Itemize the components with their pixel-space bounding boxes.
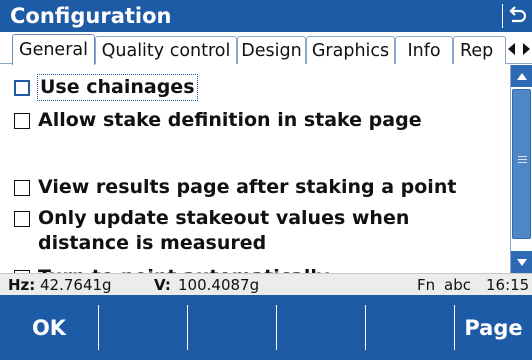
scroll-up-icon[interactable] (511, 65, 532, 87)
option-label: Use chainages (37, 74, 198, 101)
softkey-bar: OK Page (0, 295, 532, 360)
hz-label: Hz: (8, 276, 36, 294)
option-label: View results page after staking a point (38, 176, 457, 198)
softkey-f3[interactable] (188, 295, 276, 360)
view-results-page-checkbox[interactable]: View results page after staking a point (14, 175, 456, 200)
tab-general[interactable]: General (12, 34, 95, 65)
triangle-right-icon[interactable] (519, 38, 532, 60)
allow-stake-definition-checkbox[interactable]: Allow stake definition in stake page (14, 108, 422, 133)
tab-strip: General Quality control Design Graphics … (0, 32, 532, 65)
thumb-grip-line (518, 159, 527, 160)
checkbox-box[interactable] (14, 113, 30, 129)
scroll-down-icon[interactable] (511, 251, 532, 273)
page-button[interactable]: Page (455, 295, 532, 360)
vertical-scrollbar[interactable] (510, 65, 532, 273)
ok-button[interactable]: OK (0, 295, 98, 360)
title-divider (502, 4, 503, 28)
softkey-f5[interactable] (366, 295, 454, 360)
scrollbar-thumb[interactable] (512, 89, 531, 239)
status-bar: Hz: 42.7641g V: 100.4087g Fn abc 16:15 (0, 273, 532, 295)
use-chainages-checkbox[interactable]: Use chainages (14, 74, 198, 101)
input-mode: abc (444, 276, 471, 294)
v-label: V: (154, 276, 171, 294)
softkey-f2[interactable] (99, 295, 187, 360)
option-label: Allow stake definition in stake page (38, 109, 422, 131)
clock: 16:15 (486, 276, 530, 294)
window-title: Configuration (10, 4, 172, 28)
thumb-grip-line (518, 156, 527, 157)
options-list: Use chainages Allow stake definition in … (0, 65, 510, 288)
tab-rep[interactable]: Rep (453, 36, 506, 64)
fn-indicator: Fn (417, 276, 436, 294)
tab-design[interactable]: Design (237, 36, 306, 64)
only-update-stakeout-checkbox[interactable]: Only update stakeout values when distanc… (14, 206, 409, 256)
checkbox-box[interactable] (14, 80, 30, 96)
title-bar: Configuration (0, 0, 532, 32)
hz-value: 42.7641g (40, 276, 112, 294)
checkbox-box[interactable] (14, 180, 30, 196)
option-label: Only update stakeout values when distanc… (38, 206, 409, 256)
thumb-grip-line (518, 162, 527, 163)
return-arrow-icon[interactable] (506, 3, 530, 29)
v-value: 100.4087g (178, 276, 260, 294)
option-label-line-1: Only update stakeout values when (38, 207, 410, 229)
tab-quality-control[interactable]: Quality control (95, 36, 237, 64)
tab-info[interactable]: Info (395, 36, 453, 64)
option-label-line-2: distance is measured (38, 232, 267, 254)
checkbox-box[interactable] (14, 211, 30, 227)
tab-graphics[interactable]: Graphics (306, 36, 395, 64)
softkey-f4[interactable] (277, 295, 365, 360)
triangle-left-icon[interactable] (505, 38, 518, 60)
